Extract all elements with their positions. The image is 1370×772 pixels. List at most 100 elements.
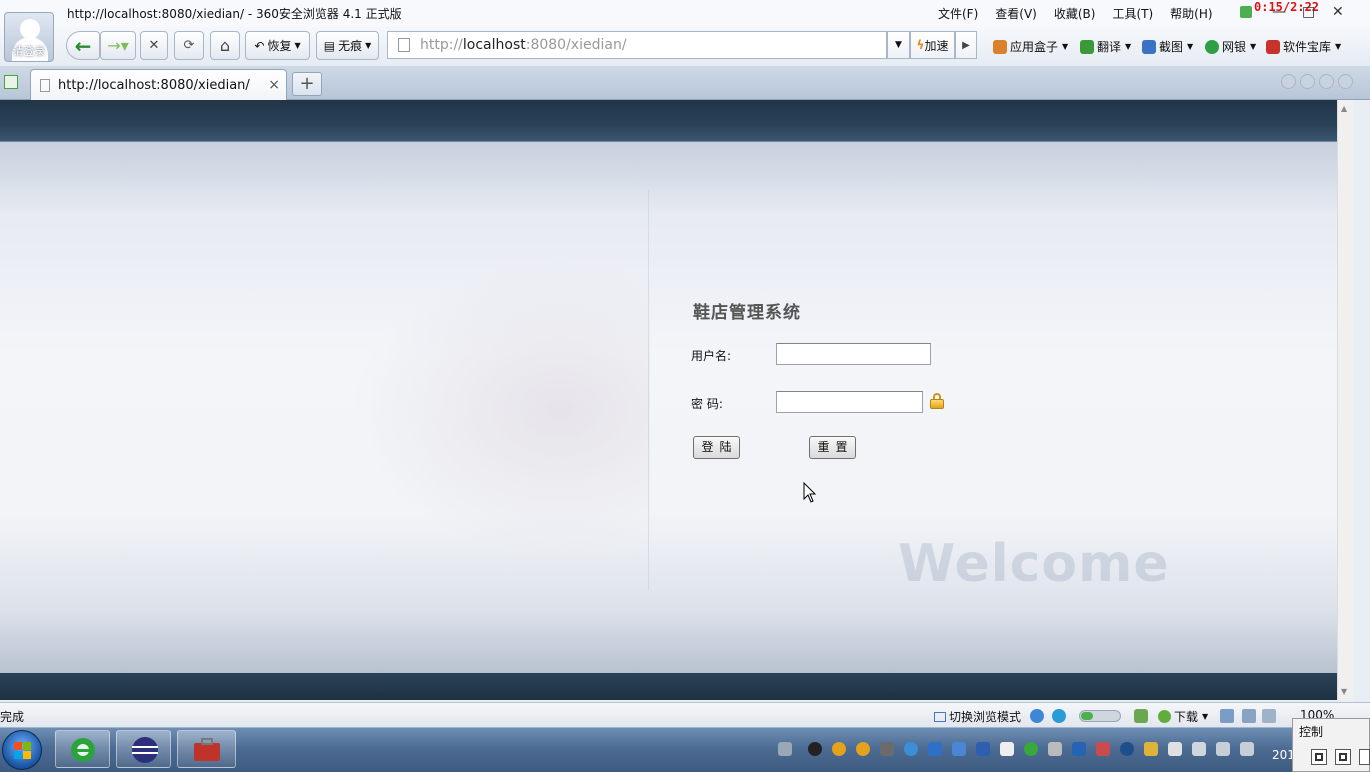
tab-close-button[interactable]: × bbox=[268, 77, 280, 93]
speaker-icon[interactable] bbox=[1262, 709, 1276, 723]
status-text: 完成 bbox=[0, 710, 25, 724]
web-page: 鞋店管理系统 用户名: 密 码: 登陆 重置 Welcome bbox=[0, 100, 1337, 700]
security-icon[interactable] bbox=[952, 742, 966, 756]
windows-taskbar bbox=[0, 727, 1370, 772]
fullscreen-button[interactable] bbox=[1335, 749, 1351, 765]
sync-icon[interactable] bbox=[1024, 742, 1038, 756]
qq-icon[interactable] bbox=[832, 742, 846, 756]
monitor-icon[interactable] bbox=[1072, 742, 1086, 756]
welcome-watermark: Welcome bbox=[898, 534, 1170, 594]
address-url[interactable]: http://localhost:8080/xiedian/ bbox=[420, 37, 627, 53]
user-icon bbox=[20, 19, 40, 39]
bookmark-icon[interactable] bbox=[1220, 709, 1234, 723]
username-input[interactable] bbox=[776, 343, 931, 365]
sidebar-toggle-icon[interactable] bbox=[4, 75, 18, 89]
globe-icon[interactable] bbox=[1052, 709, 1066, 723]
forward-arrow-icon: →▾ bbox=[107, 36, 129, 55]
incognito-button[interactable]: ▤ 无痕 ▼ bbox=[316, 31, 379, 60]
page-icon bbox=[398, 38, 410, 52]
volume-icon[interactable] bbox=[1240, 742, 1254, 756]
stop-button[interactable]: ✕ bbox=[140, 31, 168, 60]
home-button[interactable]: ⌂ bbox=[210, 31, 240, 60]
taskbar-toolbox-button[interactable] bbox=[177, 730, 236, 768]
maximize-button[interactable]: □ bbox=[1302, 4, 1315, 20]
download-icon bbox=[1158, 710, 1171, 723]
bird-icon[interactable] bbox=[904, 742, 918, 756]
lightning-icon: ϟ bbox=[916, 38, 925, 52]
restore-button[interactable]: ↶ 恢复 ▼ bbox=[245, 31, 310, 60]
password-input[interactable] bbox=[776, 391, 923, 413]
vertical-scrollbar[interactable]: ▲ ▼ bbox=[1337, 100, 1353, 700]
shield-icon[interactable] bbox=[928, 742, 942, 756]
notepad-icon[interactable] bbox=[1000, 742, 1014, 756]
chevron-down-icon: ▼ bbox=[895, 40, 902, 50]
folder-icon[interactable] bbox=[1144, 742, 1158, 756]
forward-button[interactable]: →▾ bbox=[100, 31, 136, 60]
accelerate-button[interactable]: ϟ 加速 bbox=[910, 31, 955, 59]
grid-icon[interactable] bbox=[976, 742, 990, 756]
screenshot-button[interactable]: 截图 ▼ bbox=[1142, 38, 1193, 55]
window-mode-button[interactable] bbox=[1311, 749, 1327, 765]
navigation-toolbar: ← →▾ ✕ ⟳ ⌂ ↶ 恢复 ▼ ▤ 无痕 ▼ http://localhost:80… bbox=[0, 26, 1370, 66]
settings-icon[interactable] bbox=[1120, 742, 1134, 756]
switch-mode-button[interactable]: 切换浏览模式 bbox=[934, 708, 1021, 725]
scroll-up-icon[interactable]: ▲ bbox=[1341, 104, 1347, 113]
taskbar-ie-button[interactable] bbox=[55, 730, 110, 768]
taskbar-eclipse-button[interactable] bbox=[116, 730, 171, 768]
back-button[interactable]: ← bbox=[66, 31, 100, 60]
user-login-avatar[interactable]: 请登录 bbox=[4, 12, 54, 62]
toggle-switch[interactable] bbox=[1079, 710, 1121, 722]
menu-favorites[interactable]: 收藏(B) bbox=[1054, 5, 1096, 22]
menu-file[interactable]: 文件(F) bbox=[938, 5, 978, 22]
go-button[interactable]: ▶ bbox=[955, 31, 977, 59]
calculator-icon[interactable] bbox=[1134, 709, 1148, 723]
tab-scroll-right-icon[interactable] bbox=[1300, 74, 1315, 89]
shirt-icon[interactable] bbox=[1240, 6, 1252, 18]
tab-scroll-left-icon[interactable] bbox=[1281, 74, 1296, 89]
device-icon[interactable] bbox=[1242, 709, 1256, 723]
translate-icon bbox=[1080, 39, 1094, 54]
tab-bar: http://localhost:8080/xiedian/ × + bbox=[0, 66, 1370, 100]
system-title: 鞋店管理系统 bbox=[693, 303, 801, 323]
network-device-icon[interactable] bbox=[880, 742, 894, 756]
status-bar: 完成 切换浏览模式 下载 ▼ 100% bbox=[0, 702, 1370, 727]
copy-icon[interactable] bbox=[1048, 742, 1062, 756]
login-label: 请登录 bbox=[12, 45, 46, 58]
network-icon[interactable] bbox=[1216, 742, 1230, 756]
translate-button[interactable]: 翻译 ▼ bbox=[1080, 38, 1131, 55]
keyboard-icon[interactable] bbox=[778, 742, 792, 756]
scroll-down-icon[interactable]: ▼ bbox=[1341, 687, 1347, 696]
flag-icon[interactable] bbox=[1168, 742, 1182, 756]
chevron-down-icon: ▼ bbox=[294, 41, 301, 50]
close-window-button[interactable]: ✕ bbox=[1332, 4, 1344, 20]
reset-button[interactable]: 重置 bbox=[809, 436, 856, 459]
menu-tools[interactable]: 工具(T) bbox=[1112, 5, 1153, 22]
address-dropdown-button[interactable]: ▼ bbox=[887, 31, 910, 59]
qq-icon[interactable] bbox=[856, 742, 870, 756]
menu-help[interactable]: 帮助(H) bbox=[1170, 5, 1212, 22]
minimize-button[interactable]: — bbox=[1272, 4, 1286, 20]
ie-mode-icon[interactable] bbox=[1030, 709, 1044, 723]
app-box-button[interactable]: 应用盒子 ▼ bbox=[993, 38, 1068, 55]
extra-button[interactable] bbox=[1359, 749, 1370, 765]
tab-localhost[interactable]: http://localhost:8080/xiedian/ × bbox=[30, 69, 287, 100]
address-bar[interactable]: http://localhost:8080/xiedian/ bbox=[387, 31, 887, 59]
tab-list-icon[interactable] bbox=[1319, 74, 1334, 89]
download-button[interactable]: 下载 ▼ bbox=[1158, 708, 1208, 725]
new-tab-button[interactable]: + bbox=[292, 72, 322, 96]
undo-icon: ↶ bbox=[254, 38, 265, 53]
menu-view[interactable]: 查看(V) bbox=[995, 5, 1037, 22]
usb-icon[interactable] bbox=[1192, 742, 1206, 756]
qq-icon[interactable] bbox=[808, 742, 822, 756]
tab-close-all-icon[interactable] bbox=[1338, 74, 1353, 89]
tool-icon[interactable] bbox=[1096, 742, 1110, 756]
software-store-button[interactable]: 软件宝库 ▼ bbox=[1266, 38, 1341, 55]
online-bank-button[interactable]: 网银 ▼ bbox=[1205, 38, 1256, 55]
back-arrow-icon: ← bbox=[74, 33, 92, 58]
restore-label: 恢复 bbox=[267, 39, 292, 53]
control-panel-popup: 控制 bbox=[1292, 718, 1370, 772]
login-button[interactable]: 登陆 bbox=[693, 436, 740, 459]
start-button[interactable] bbox=[2, 730, 42, 770]
app-box-icon bbox=[993, 39, 1007, 54]
refresh-button[interactable]: ⟳ bbox=[174, 31, 204, 60]
